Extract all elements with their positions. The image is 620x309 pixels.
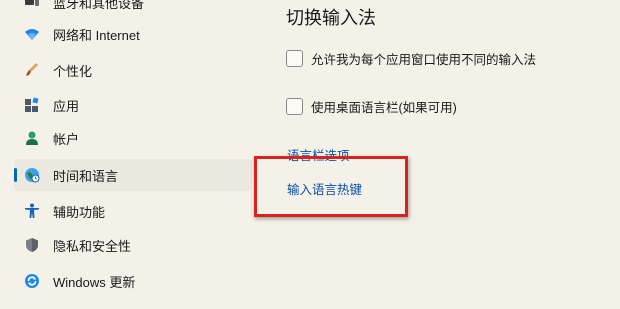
account-icon [26,131,38,145]
sidebar-nav: 蓝牙和其他设备 网络和 Internet 个性化 应用 帐户 时间和语言 辅助功… [0,0,252,309]
sidebar-item-label: 应用 [53,98,80,114]
main-content: 切换输入法 允许我为每个应用窗口使用不同的输入法 使用桌面语言栏(如果可用) 语… [252,0,620,309]
language-bar-checkbox[interactable] [286,97,303,115]
update-icon [25,274,39,288]
sidebar-item-bluetooth[interactable]: 蓝牙和其他设备 [14,0,252,18]
section-title: 切换输入法 [286,8,376,28]
active-indicator [14,168,17,182]
bluetooth-devices-icon [25,0,39,6]
sidebar-item-label: 网络和 Internet [53,27,140,43]
apps-icon [25,97,39,112]
wifi-icon [25,29,39,40]
shield-icon [26,238,38,252]
sidebar-item-label: 帐户 [53,131,80,147]
sidebar-item-label: Windows 更新 [53,274,136,290]
sidebar-item-apps[interactable]: 应用 [14,89,252,121]
checkbox-row-language-bar[interactable]: 使用桌面语言栏(如果可用) [286,95,457,117]
accessibility-icon [25,203,39,218]
sidebar-item-accessibility[interactable]: 辅助功能 [14,195,252,227]
sidebar-item-label: 辅助功能 [53,204,106,220]
checkbox-label: 允许我为每个应用窗口使用不同的输入法 [311,52,537,67]
checkbox-label: 使用桌面语言栏(如果可用) [311,100,457,115]
per-app-input-checkbox[interactable] [286,49,303,67]
sidebar-item-time-language[interactable]: 时间和语言 [14,159,252,191]
sidebar-item-privacy[interactable]: 隐私和安全性 [14,229,252,261]
sidebar-item-label: 个性化 [53,63,93,79]
sidebar-item-label: 隐私和安全性 [53,238,132,254]
sidebar-item-label: 蓝牙和其他设备 [53,0,145,11]
highlight-annotation-box [254,156,408,217]
globe-clock-icon [25,168,40,183]
sidebar-item-label: 时间和语言 [53,168,119,184]
sidebar-item-accounts[interactable]: 帐户 [14,122,252,154]
sidebar-item-personalization[interactable]: 个性化 [14,54,252,86]
brush-icon [26,63,38,76]
checkbox-row-per-app-input[interactable]: 允许我为每个应用窗口使用不同的输入法 [286,47,536,69]
sidebar-item-network[interactable]: 网络和 Internet [14,18,252,50]
sidebar-item-windows-update[interactable]: Windows 更新 [14,265,252,297]
